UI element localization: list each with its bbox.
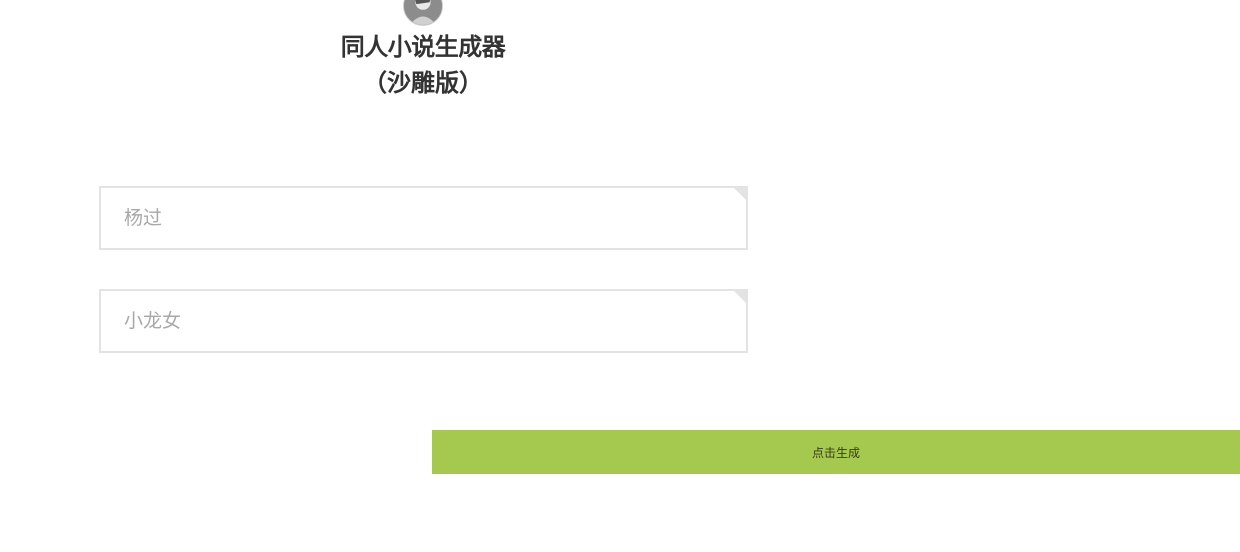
generate-button-label: 点击生成 [811,445,860,460]
character-two-field [99,289,748,353]
page: 同人小说生成器 （沙雕版） 点击生成 [0,0,1240,552]
field-corner-decoration [732,186,748,202]
page-subtitle: （沙雕版） [363,69,483,97]
page-title: 同人小说生成器 [340,33,506,61]
character-one-input[interactable] [101,188,746,248]
avatar-icon [403,0,443,26]
character-one-field [99,186,748,250]
generate-button[interactable]: 点击生成 [432,430,1240,474]
character-two-input[interactable] [101,291,746,351]
field-corner-decoration [732,289,748,305]
